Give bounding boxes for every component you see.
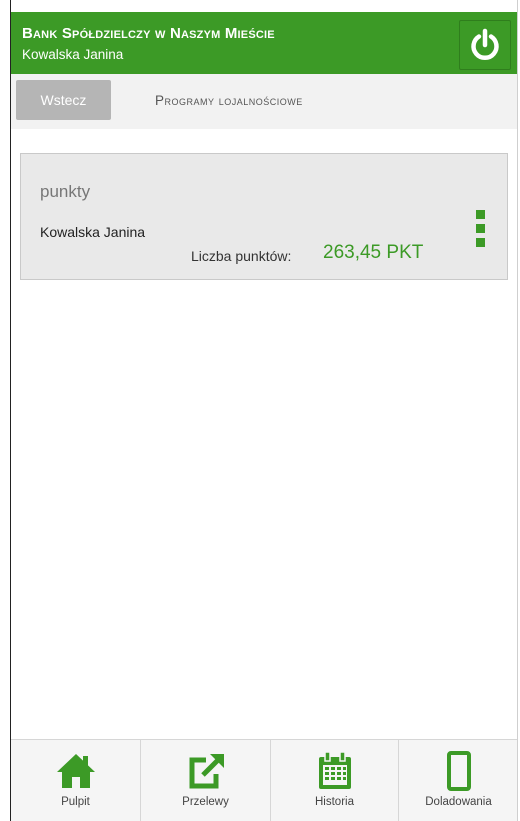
bottom-navigation: Pulpit Przelewy Historia Doladowania: [11, 739, 517, 821]
card-title: punkty: [40, 182, 91, 201]
phone-icon: [439, 750, 479, 792]
power-icon: [471, 28, 499, 61]
points-label: Liczba punktów:: [191, 248, 292, 264]
app-frame: Bank Spółdzielczy w Naszym Mieście Kowal…: [10, 0, 518, 821]
nav-item-pulpit[interactable]: Pulpit: [11, 740, 141, 821]
loyalty-program-card[interactable]: punkty Kowalska Janina Liczba punktów: 2…: [20, 153, 508, 280]
nav-label-doladowania: Doladowania: [425, 796, 492, 808]
nav-label-historia: Historia: [315, 796, 354, 808]
nav-item-historia[interactable]: Historia: [271, 740, 399, 821]
calendar-icon: [315, 750, 355, 792]
toolbar: Wstecz Programy lojalnościowe: [11, 74, 517, 129]
nav-item-doladowania[interactable]: Doladowania: [399, 740, 517, 821]
transfer-icon: [186, 750, 226, 792]
nav-label-przelewy: Przelewy: [182, 796, 229, 808]
bank-name: Bank Spółdzielczy w Naszym Mieście: [22, 25, 275, 42]
back-button[interactable]: Wstecz: [16, 80, 111, 120]
header-user-name: Kowalska Janina: [22, 47, 124, 62]
page-title: Programy lojalnościowe: [155, 93, 303, 108]
nav-item-przelewy[interactable]: Przelewy: [141, 740, 271, 821]
points-value: 263,45 PKT: [323, 242, 424, 263]
app-header: Bank Spółdzielczy w Naszym Mieście Kowal…: [11, 12, 517, 74]
vertical-dots-menu-icon[interactable]: [476, 210, 488, 252]
logout-button[interactable]: [459, 20, 511, 70]
card-owner-name: Kowalska Janina: [40, 224, 146, 240]
nav-label-pulpit: Pulpit: [61, 796, 90, 808]
home-icon: [56, 750, 96, 792]
